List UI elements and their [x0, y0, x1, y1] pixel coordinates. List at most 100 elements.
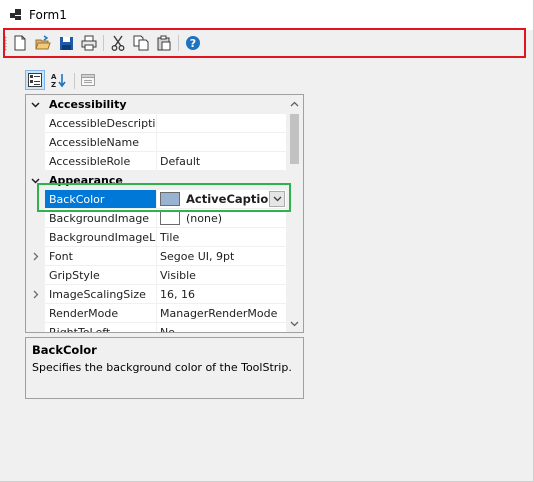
property-name[interactable]: BackColor [45, 190, 157, 209]
value-dropdown-button[interactable] [269, 191, 285, 207]
property-name[interactable]: Font [45, 247, 157, 266]
property-value[interactable]: No [157, 323, 287, 333]
property-value-text: Visible [160, 269, 196, 282]
property-row[interactable]: ImageScalingSize 16, 16 [26, 285, 287, 304]
tool-strip: ? [0, 30, 533, 56]
property-value[interactable]: ActiveCaption [157, 190, 287, 209]
property-name[interactable]: AccessibleRole [45, 152, 157, 171]
title-bar[interactable]: Form1 [0, 0, 533, 30]
property-value-text: 16, 16 [160, 288, 195, 301]
toolbar-separator [103, 35, 104, 51]
categorized-button[interactable] [25, 70, 45, 90]
scroll-thumb[interactable] [290, 114, 299, 164]
row-margin [26, 304, 45, 323]
property-grid: Accessibility AccessibleDescriptio Accessi… [25, 94, 304, 333]
property-row[interactable]: GripStyle Visible [26, 266, 287, 285]
property-value[interactable] [157, 133, 287, 152]
vertical-scrollbar[interactable] [286, 95, 303, 332]
svg-text:A: A [51, 73, 57, 81]
property-name[interactable]: AccessibleName [45, 133, 157, 152]
collapse-chevron-icon [31, 101, 40, 108]
property-value[interactable]: Visible [157, 266, 287, 285]
row-margin [26, 228, 45, 247]
print-button[interactable] [80, 34, 98, 52]
property-grid-rows: Accessibility AccessibleDescriptio Accessi… [26, 95, 287, 333]
property-row[interactable]: AccessibleRole Default [26, 152, 287, 171]
row-margin [26, 323, 45, 332]
row-margin [26, 266, 45, 285]
svg-text:?: ? [190, 37, 196, 50]
row-margin [26, 190, 45, 209]
row-margin [26, 114, 45, 133]
property-row[interactable]: Font Segoe UI, 9pt [26, 247, 287, 266]
property-row[interactable]: RightToLeft No [26, 323, 287, 333]
paste-icon [157, 35, 171, 51]
property-name[interactable]: RightToLeft [45, 323, 157, 332]
scroll-up-button[interactable] [286, 95, 303, 112]
property-value[interactable]: ManagerRenderMode [157, 304, 287, 323]
property-value[interactable]: 16, 16 [157, 285, 287, 304]
row-margin[interactable] [26, 171, 45, 190]
category-row[interactable]: Appearance [26, 171, 287, 190]
window-title: Form1 [29, 8, 67, 22]
row-margin[interactable] [26, 247, 45, 266]
property-row[interactable]: AccessibleDescriptio [26, 114, 287, 133]
help-pane: BackColor Specifies the background color… [25, 337, 304, 399]
property-name[interactable]: RenderMode [45, 304, 157, 323]
property-row[interactable]: BackColor ActiveCaption [26, 190, 287, 209]
save-button[interactable] [57, 34, 75, 52]
sort-az-icon: A Z [51, 73, 66, 88]
help-description: Specifies the background color of the To… [32, 361, 292, 374]
row-margin[interactable] [26, 95, 45, 114]
chevron-up-icon [290, 101, 299, 106]
svg-text:Z: Z [51, 81, 56, 88]
property-value-text: No [160, 326, 175, 333]
paste-button[interactable] [155, 34, 173, 52]
chevron-down-icon [290, 321, 299, 326]
new-button[interactable] [11, 34, 29, 52]
property-row[interactable]: BackgroundImageLa Tile [26, 228, 287, 247]
row-margin [26, 209, 45, 228]
property-pages-button[interactable] [78, 70, 98, 90]
property-name[interactable]: ImageScalingSize [45, 285, 157, 304]
property-row[interactable]: AccessibleName [26, 133, 287, 152]
property-row[interactable]: RenderMode ManagerRenderMode [26, 304, 287, 323]
category-row[interactable]: Accessibility [26, 95, 287, 114]
property-name[interactable]: BackgroundImageLa [45, 228, 157, 247]
property-name[interactable]: GripStyle [45, 266, 157, 285]
save-icon [59, 36, 73, 50]
copy-icon [133, 35, 149, 51]
categorized-icon [28, 73, 42, 87]
row-margin [26, 152, 45, 171]
collapse-chevron-icon [31, 177, 40, 184]
category-label: Accessibility [49, 98, 127, 111]
property-value[interactable]: Tile [157, 228, 287, 247]
help-button[interactable]: ? [184, 34, 202, 52]
property-value-text: Tile [160, 231, 180, 244]
property-value-text: ManagerRenderMode [160, 307, 278, 320]
scroll-down-button[interactable] [286, 315, 303, 332]
pg-toolbar-separator [74, 73, 75, 89]
toolstrip-grip[interactable] [4, 36, 7, 51]
row-margin[interactable] [26, 285, 45, 304]
property-value[interactable]: (none) [157, 209, 287, 228]
property-value[interactable]: Default [157, 152, 287, 171]
property-value-text: Segoe UI, 9pt [160, 250, 235, 263]
cut-icon [111, 35, 125, 51]
property-name[interactable]: BackgroundImage [45, 209, 157, 228]
row-margin [26, 133, 45, 152]
color-swatch [160, 211, 180, 225]
property-name[interactable]: AccessibleDescriptio [45, 114, 157, 133]
property-row[interactable]: BackgroundImage (none) [26, 209, 287, 228]
copy-button[interactable] [132, 34, 150, 52]
property-value[interactable] [157, 114, 287, 133]
property-value-text: Default [160, 155, 201, 168]
property-value[interactable]: Segoe UI, 9pt [157, 247, 287, 266]
chevron-down-icon [273, 196, 281, 202]
category-label: Appearance [49, 174, 123, 187]
alphabetical-button[interactable]: A Z [48, 70, 68, 90]
expand-chevron-icon [33, 290, 38, 299]
cut-button[interactable] [109, 34, 127, 52]
open-button[interactable] [34, 34, 52, 52]
expand-chevron-icon [33, 252, 38, 261]
